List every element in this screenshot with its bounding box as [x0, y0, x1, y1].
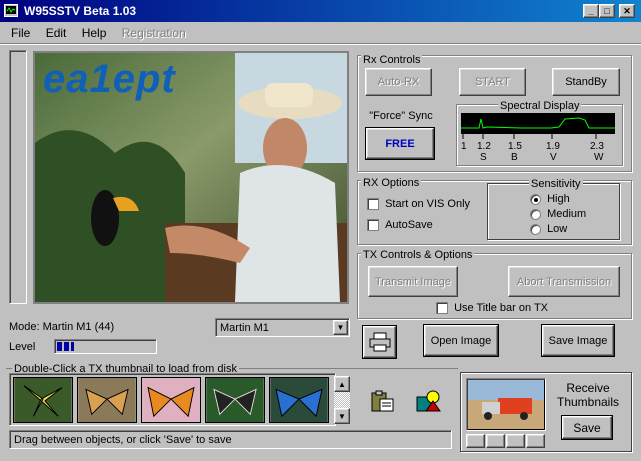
sensitivity-high-radio[interactable] — [530, 193, 541, 205]
tx-thumbnail-5[interactable] — [269, 377, 329, 423]
sensitivity-medium-option[interactable]: Medium — [530, 208, 586, 220]
received-image: ea1ept — [33, 51, 349, 304]
auto-rx-button[interactable]: Auto-RX — [365, 68, 432, 96]
tick-letter-b: B — [511, 152, 518, 163]
autosave-checkbox[interactable] — [367, 219, 379, 232]
app-icon[interactable] — [4, 4, 18, 17]
receive-label-1: Receive — [566, 381, 610, 395]
title-bar-tx-checkbox[interactable] — [436, 302, 448, 315]
minimize-button[interactable]: _ — [583, 4, 599, 18]
thumbnail-scroll-up[interactable]: ▲ — [334, 376, 350, 392]
title-bar-tx-option[interactable]: Use Title bar on TX — [436, 302, 549, 315]
thumbnail-scroll-track[interactable] — [334, 392, 350, 408]
maximize-button[interactable]: □ — [599, 4, 615, 18]
menu-divider — [0, 43, 641, 45]
mode-label: Mode: Martin M1 (44) — [9, 321, 115, 333]
save-thumbnails-button[interactable]: Save — [561, 415, 613, 440]
thumbnail-scroll-down[interactable]: ▼ — [334, 408, 350, 424]
abort-transmission-button[interactable]: Abort Transmission — [508, 266, 620, 297]
sensitivity-medium-label: Medium — [547, 208, 587, 220]
sensitivity-low-radio[interactable] — [530, 223, 541, 235]
tx-thumbnail-2[interactable] — [77, 377, 137, 423]
spectral-display — [461, 113, 615, 134]
close-button[interactable]: ✕ — [619, 4, 635, 18]
spectral-ticks — [462, 134, 597, 139]
tx-controls-title: TX Controls & Options — [361, 249, 475, 261]
level-label: Level — [9, 341, 36, 353]
menu-bar: File Edit Help Registration — [11, 26, 198, 40]
standby-button[interactable]: StandBy — [552, 68, 620, 96]
spectral-trace — [461, 117, 615, 129]
rx-options-title: RX Options — [361, 177, 422, 189]
receive-slot-3[interactable] — [506, 434, 525, 448]
title-bar[interactable]: W95SSTV Beta 1.03 _ □ ✕ — [0, 0, 641, 22]
chevron-down-icon[interactable]: ▼ — [333, 320, 348, 335]
mode-select-value: Martin M1 — [220, 322, 269, 334]
tick-1-9: 1.9 — [546, 141, 560, 152]
spectral-display-title: Spectral Display — [498, 100, 582, 112]
start-vis-label: Start on VIS Only — [385, 198, 471, 210]
level-meter — [54, 339, 157, 354]
start-vis-checkbox[interactable] — [367, 198, 379, 211]
mode-select[interactable]: Martin M1 ▼ — [215, 318, 350, 337]
menu-file[interactable]: File — [11, 26, 30, 40]
tick-1-2: 1.2 — [477, 141, 491, 152]
thumbnail-strip[interactable] — [9, 373, 336, 426]
sensitivity-low-option[interactable]: Low — [530, 223, 567, 235]
clipboard-icon[interactable] — [368, 388, 396, 414]
transmit-image-button[interactable]: Transmit Image — [368, 266, 458, 297]
open-image-button[interactable]: Open Image — [423, 324, 499, 357]
free-button[interactable]: FREE — [365, 127, 435, 160]
menu-help[interactable]: Help — [82, 26, 107, 40]
tx-thumbnail-1[interactable] — [13, 377, 73, 423]
menu-edit[interactable]: Edit — [46, 26, 67, 40]
rx-controls-title: Rx Controls — [361, 54, 423, 66]
level-meter-fill — [57, 342, 75, 351]
tick-letter-s: S — [480, 152, 487, 163]
autosave-label: AutoSave — [385, 219, 433, 231]
autosave-option[interactable]: AutoSave — [367, 219, 433, 232]
sensitivity-title: Sensitivity — [529, 178, 583, 190]
receive-slot-1[interactable] — [466, 434, 485, 448]
title-bar-tx-label: Use Title bar on TX — [454, 302, 549, 314]
receive-label-2: Thumbnails — [556, 395, 620, 409]
receive-thumbnail-preview[interactable] — [466, 378, 546, 431]
status-field: Drag between objects, or click 'Save' to… — [9, 430, 452, 449]
tick-1-5: 1.5 — [508, 141, 522, 152]
receive-slot-4[interactable] — [526, 434, 545, 448]
status-text: Drag between objects, or click 'Save' to… — [14, 434, 232, 446]
sensitivity-high-label: High — [547, 193, 570, 205]
image-callsign: ea1ept — [43, 57, 176, 101]
start-button[interactable]: START — [459, 68, 526, 96]
shapes-icon[interactable] — [414, 388, 442, 414]
tick-letter-w: W — [594, 152, 604, 163]
tick-letter-v: V — [550, 152, 557, 163]
sensitivity-medium-radio[interactable] — [530, 208, 541, 220]
start-vis-option[interactable]: Start on VIS Only — [367, 198, 471, 211]
menu-registration: Registration — [121, 26, 186, 40]
receive-slot-2[interactable] — [486, 434, 505, 448]
tx-thumbnail-4[interactable] — [205, 377, 265, 423]
window-title: W95SSTV Beta 1.03 — [24, 4, 137, 18]
tx-thumbnail-3[interactable] — [141, 377, 201, 423]
tick-2-3: 2.3 — [590, 141, 604, 152]
force-sync-label: "Force" Sync — [369, 110, 433, 122]
save-image-button[interactable]: Save Image — [541, 324, 615, 357]
tick-1: 1 — [461, 141, 467, 152]
printer-icon[interactable] — [362, 325, 397, 359]
sensitivity-low-label: Low — [547, 223, 568, 235]
sensitivity-high-option[interactable]: High — [530, 193, 570, 205]
image-side-scrollbar[interactable] — [9, 50, 27, 304]
